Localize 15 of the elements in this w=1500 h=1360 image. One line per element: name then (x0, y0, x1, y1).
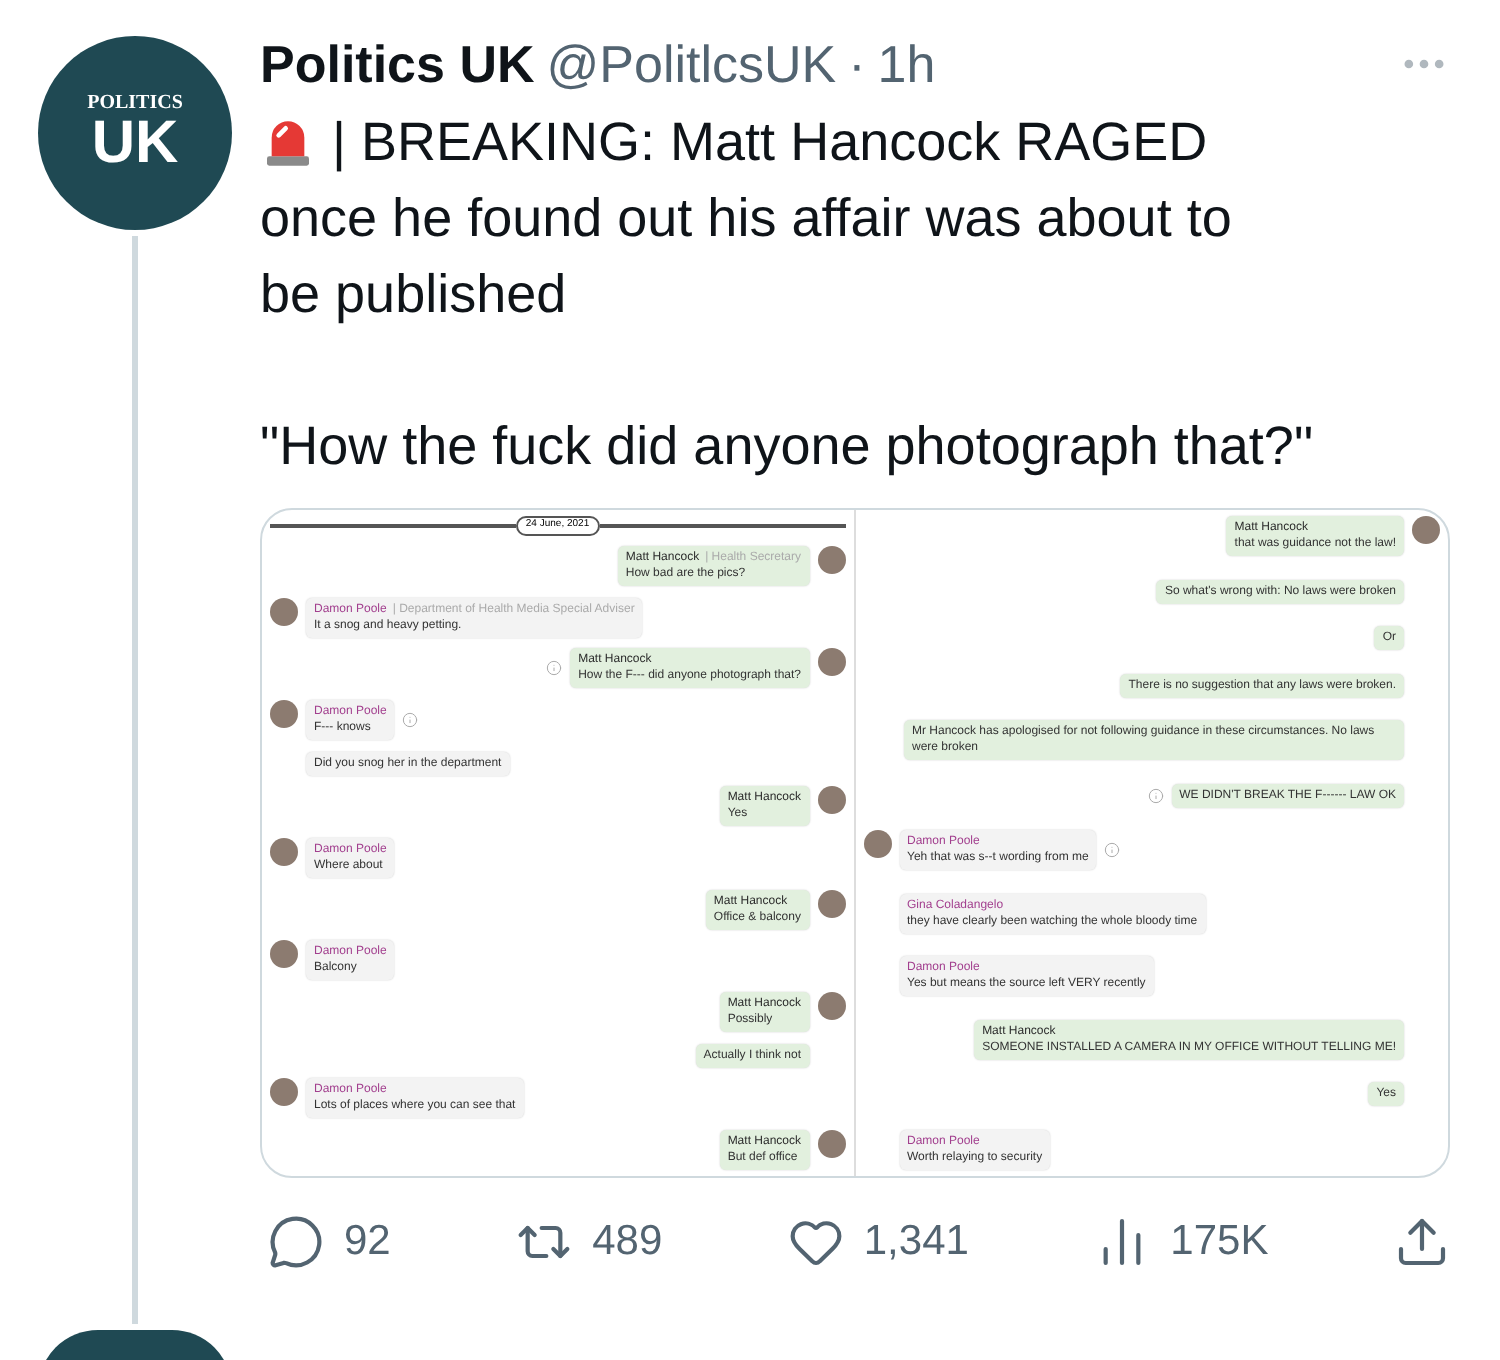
logo-text: UK (91, 113, 179, 173)
post-text: "How the fuck did anyone photograph that?" (260, 414, 1316, 480)
share-icon[interactable] (1393, 1213, 1450, 1270)
account-handle[interactable]: @PolitlcsUK (546, 25, 837, 103)
action-count: 175K (1170, 1216, 1269, 1268)
action-count: 489 (592, 1216, 663, 1268)
profile-avatar[interactable]: POLITICS UK (38, 36, 232, 230)
action-count: 1,341 (863, 1216, 969, 1268)
account-name[interactable]: Politics UK (260, 25, 535, 103)
post-text: | BREAKING: Matt Hancock RAGED once he found out his affair was about to be published (260, 108, 1234, 328)
action-count: 92 (344, 1216, 391, 1268)
post-time[interactable]: 1h (877, 25, 936, 103)
reply-icon[interactable] (268, 1213, 324, 1270)
separator: · (848, 31, 866, 97)
logo-text: POLITICS (87, 93, 183, 113)
